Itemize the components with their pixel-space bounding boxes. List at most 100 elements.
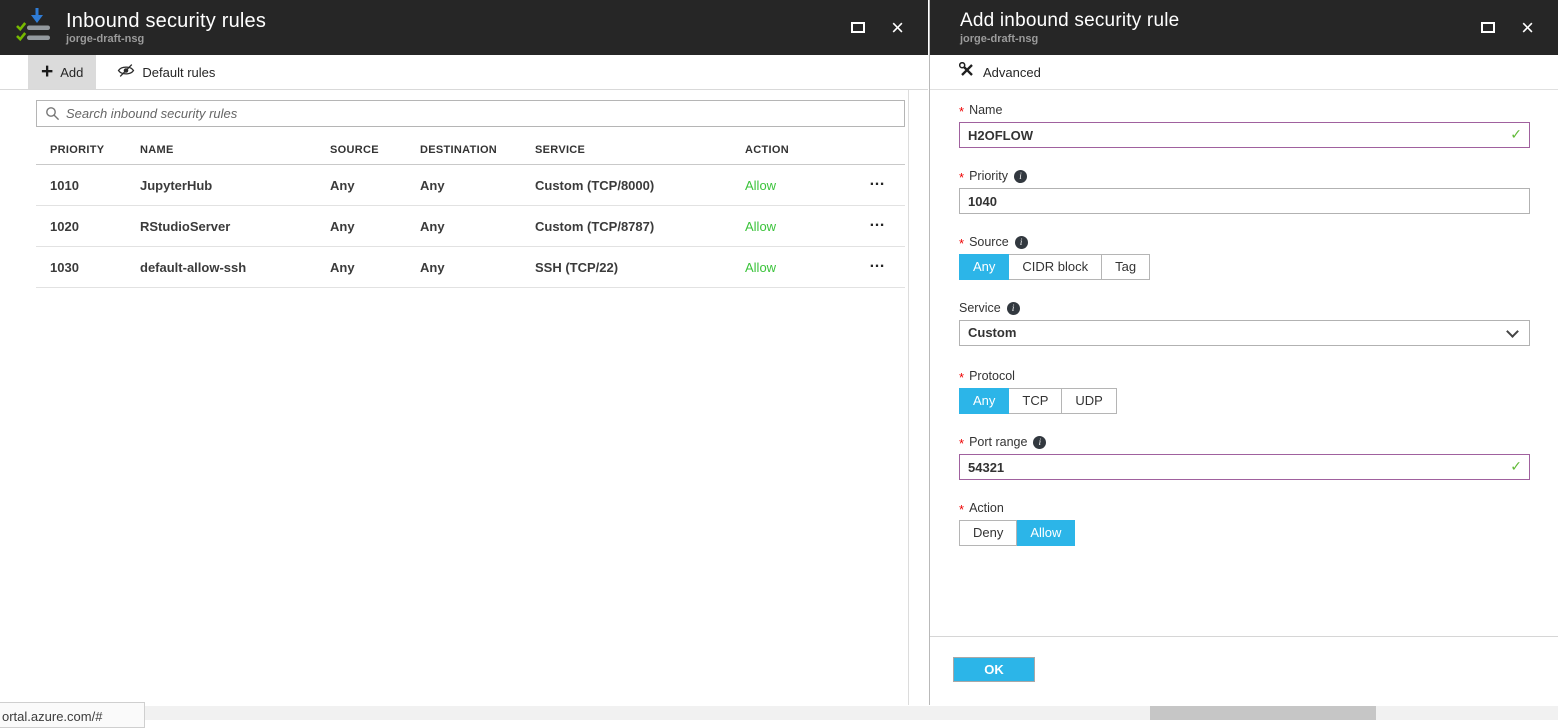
protocol-toggle-group: Any TCP UDP (959, 388, 1117, 414)
horizontal-scrollbar-thumb[interactable] (1150, 706, 1376, 720)
cell-service: SSH (TCP/22) (535, 260, 745, 275)
eye-slash-icon (117, 63, 135, 81)
cell-destination: Any (420, 260, 535, 275)
column-header-service[interactable]: SERVICE (535, 144, 745, 156)
info-icon[interactable]: i (1033, 436, 1046, 449)
source-option-cidr-block[interactable]: CIDR block (1009, 254, 1102, 280)
azure-portal-screen: Inbound security rules jorge-draft-nsg ×… (0, 0, 1558, 728)
table-row[interactable]: 1010 JupyterHub Any Any Custom (TCP/8000… (36, 165, 905, 206)
required-asterisk: * (959, 169, 964, 183)
cell-action: Allow (745, 219, 865, 234)
column-header-destination[interactable]: DESTINATION (420, 144, 535, 156)
protocol-field-group: * Protocol Any TCP UDP (959, 369, 1529, 414)
right-blade-header: Add inbound security rule jorge-draft-ns… (930, 0, 1558, 55)
column-header-name[interactable]: NAME (140, 144, 330, 156)
cell-destination: Any (420, 219, 535, 234)
row-context-menu-icon[interactable]: … (865, 258, 890, 276)
browser-status-url: ortal.azure.com/# (0, 702, 145, 728)
table-row[interactable]: 1020 RStudioServer Any Any Custom (TCP/8… (36, 206, 905, 247)
action-toggle-group: Deny Allow (959, 520, 1075, 546)
priority-input[interactable] (959, 188, 1530, 214)
cell-action: Allow (745, 178, 865, 193)
horizontal-scrollbar[interactable] (0, 706, 1558, 720)
left-blade-toolbar: + Add Default rules (0, 55, 928, 90)
required-asterisk: * (959, 501, 964, 515)
chevron-down-icon (1506, 325, 1519, 338)
protocol-option-tcp[interactable]: TCP (1009, 388, 1062, 414)
add-rule-label: Add (60, 65, 83, 80)
source-option-any[interactable]: Any (959, 254, 1009, 280)
inbound-security-rules-blade: Inbound security rules jorge-draft-nsg ×… (0, 0, 928, 705)
inbound-rules-icon (14, 5, 54, 50)
cell-name: default-allow-ssh (140, 260, 330, 275)
cell-source: Any (330, 219, 420, 234)
required-asterisk: * (959, 103, 964, 117)
plus-icon: + (41, 63, 53, 81)
valid-checkmark-icon: ✓ (1510, 458, 1522, 475)
cell-priority: 1010 (50, 178, 140, 193)
advanced-toggle-button[interactable]: Advanced (930, 55, 1558, 90)
priority-field-group: * Priority i (959, 169, 1529, 214)
cell-priority: 1030 (50, 260, 140, 275)
source-field-group: * Source i Any CIDR block Tag (959, 235, 1529, 280)
port-range-field-group: * Port range i ✓ (959, 435, 1529, 480)
search-icon (45, 106, 60, 121)
ok-button[interactable]: OK (953, 657, 1035, 682)
action-field-group: * Action Deny Allow (959, 501, 1529, 546)
search-input[interactable] (66, 101, 904, 126)
protocol-option-udp[interactable]: UDP (1062, 388, 1116, 414)
protocol-option-any[interactable]: Any (959, 388, 1009, 414)
left-blade-title: Inbound security rules (66, 9, 851, 33)
default-rules-button[interactable]: Default rules (104, 55, 228, 89)
right-blade-subtitle: jorge-draft-nsg (960, 33, 1481, 46)
action-option-allow[interactable]: Allow (1017, 520, 1075, 546)
add-rule-button[interactable]: + Add (28, 55, 96, 89)
source-toggle-group: Any CIDR block Tag (959, 254, 1150, 280)
advanced-label: Advanced (983, 65, 1041, 80)
cell-source: Any (330, 178, 420, 193)
add-inbound-rule-blade: Add inbound security rule jorge-draft-ns… (929, 0, 1558, 705)
source-option-tag[interactable]: Tag (1102, 254, 1150, 280)
tools-icon (959, 62, 975, 83)
port-range-input[interactable] (959, 454, 1530, 480)
info-icon[interactable]: i (1014, 170, 1027, 183)
cell-action: Allow (745, 260, 865, 275)
maximize-icon[interactable] (851, 22, 865, 33)
footer-divider (930, 636, 1558, 637)
name-field-group: * Name ✓ (959, 103, 1529, 148)
blade-scroll-gutter (908, 90, 909, 705)
cell-destination: Any (420, 178, 535, 193)
service-selected-value: Custom (968, 325, 1016, 340)
table-header-row: PRIORITY NAME SOURCE DESTINATION SERVICE… (36, 135, 905, 165)
column-header-priority[interactable]: PRIORITY (50, 144, 140, 156)
left-blade-header: Inbound security rules jorge-draft-nsg × (0, 0, 928, 55)
priority-label: * Priority i (959, 169, 1529, 183)
right-blade-title: Add inbound security rule (960, 9, 1481, 33)
name-label: * Name (959, 103, 1529, 117)
cell-name: RStudioServer (140, 219, 330, 234)
service-label: Service i (959, 301, 1529, 315)
close-icon[interactable]: × (1521, 18, 1534, 38)
close-icon[interactable]: × (891, 18, 904, 38)
rules-table: PRIORITY NAME SOURCE DESTINATION SERVICE… (36, 135, 905, 288)
info-icon[interactable]: i (1015, 236, 1028, 249)
maximize-icon[interactable] (1481, 22, 1495, 33)
action-option-deny[interactable]: Deny (959, 520, 1017, 546)
service-field-group: Service i Custom (959, 301, 1529, 346)
name-input[interactable] (959, 122, 1530, 148)
service-select[interactable]: Custom (959, 320, 1530, 346)
row-context-menu-icon[interactable]: … (865, 176, 890, 194)
table-row[interactable]: 1030 default-allow-ssh Any Any SSH (TCP/… (36, 247, 905, 288)
info-icon[interactable]: i (1007, 302, 1020, 315)
default-rules-label: Default rules (142, 65, 215, 80)
left-blade-subtitle: jorge-draft-nsg (66, 33, 851, 46)
row-context-menu-icon[interactable]: … (865, 217, 890, 235)
source-label: * Source i (959, 235, 1529, 249)
protocol-label: * Protocol (959, 369, 1529, 383)
action-label: * Action (959, 501, 1529, 515)
required-asterisk: * (959, 369, 964, 383)
cell-service: Custom (TCP/8787) (535, 219, 745, 234)
cell-name: JupyterHub (140, 178, 330, 193)
column-header-source[interactable]: SOURCE (330, 144, 420, 156)
column-header-action[interactable]: ACTION (745, 144, 865, 156)
